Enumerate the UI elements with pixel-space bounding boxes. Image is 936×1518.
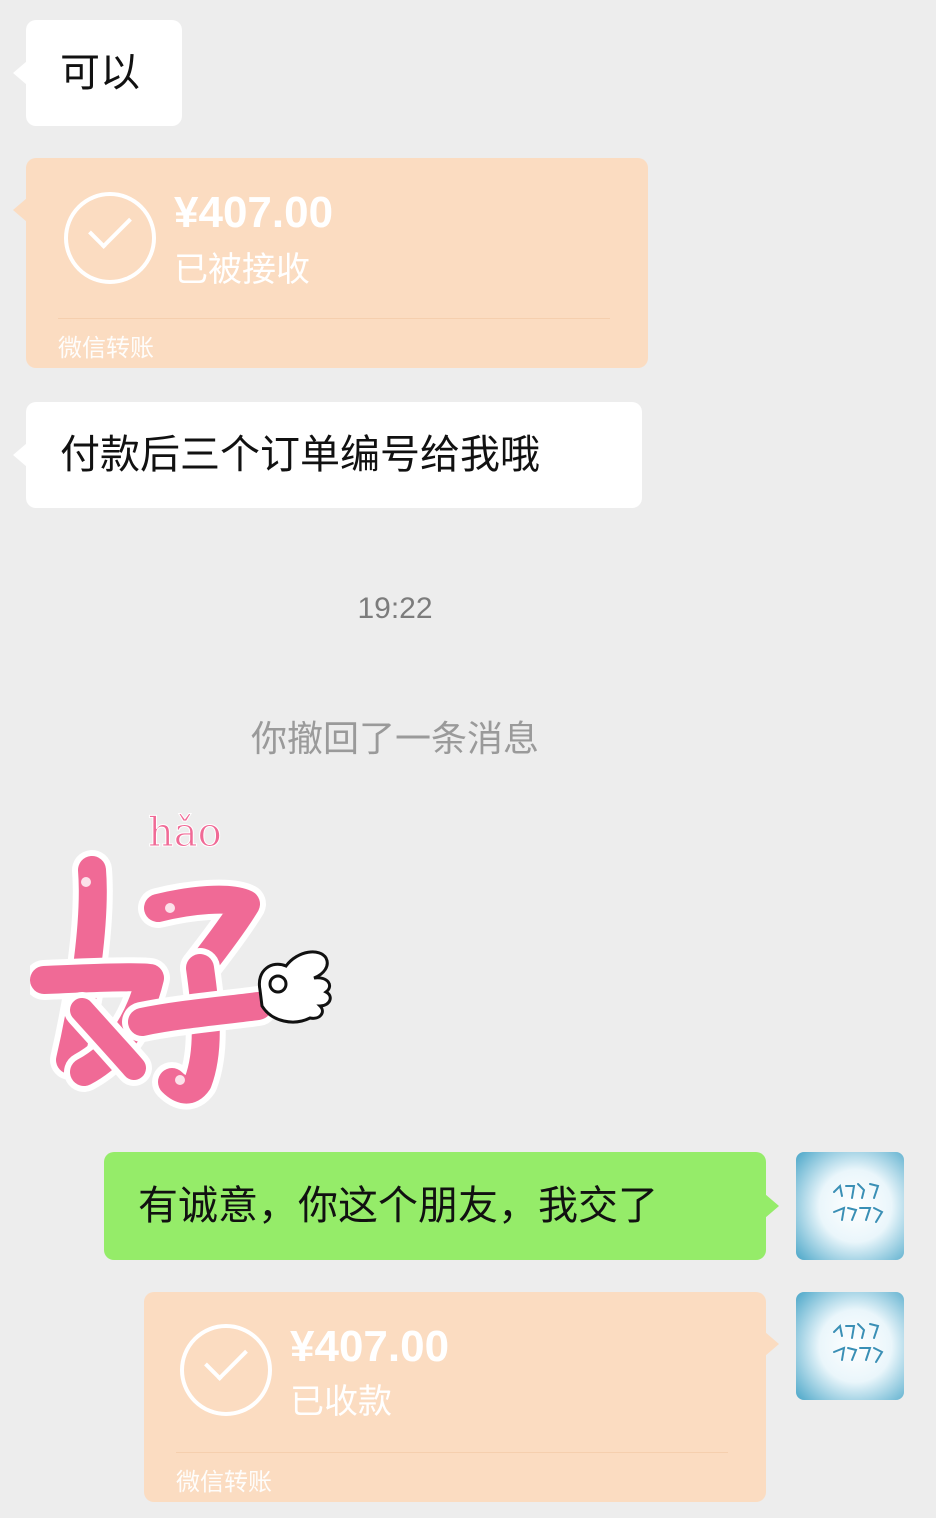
sticker-pinyin: hǎo [148, 810, 222, 856]
message-text: 付款后三个订单编号给我哦 [60, 432, 540, 478]
transfer-brand-label: 微信转账 [176, 1468, 272, 1496]
check-icon [180, 1324, 272, 1416]
outgoing-message-bubble[interactable]: 有诚意，你这个朋友，我交了 [104, 1152, 779, 1260]
message-text: 可以 [60, 50, 140, 96]
divider [176, 1452, 728, 1453]
user-avatar[interactable] [796, 1152, 904, 1260]
transfer-status: 已被接收 [174, 250, 310, 290]
avatar-calligraphy-icon [833, 1323, 884, 1363]
transfer-brand-label: 微信转账 [58, 334, 154, 362]
transfer-status: 已收款 [290, 1382, 392, 1422]
user-avatar[interactable] [796, 1292, 904, 1400]
sticker-character [30, 850, 278, 1110]
incoming-message-bubble[interactable]: 可以 [13, 20, 182, 126]
transfer-amount: ¥407.00 [290, 1322, 450, 1371]
transfer-card-received[interactable]: ¥407.00 已被接收 微信转账 [13, 158, 648, 368]
divider [58, 318, 610, 319]
avatar-calligraphy-icon [833, 1183, 884, 1223]
chat-view: 可以 ¥407.00 已被接收 微信转账 付款后三个订单编号给我哦 19:22 … [0, 0, 936, 1518]
transfer-card-collected[interactable]: ¥407.00 已收款 微信转账 [144, 1292, 779, 1502]
recall-notice: 你撤回了一条消息 [250, 719, 539, 760]
sticker-hao[interactable]: hǎo 好 [30, 800, 350, 1110]
message-text: 有诚意，你这个朋友，我交了 [138, 1183, 658, 1229]
transfer-amount: ¥407.00 [174, 188, 334, 237]
timestamp: 19:22 [357, 592, 433, 625]
ok-hand-icon [257, 950, 332, 1024]
check-icon [64, 192, 156, 284]
incoming-message-bubble[interactable]: 付款后三个订单编号给我哦 [13, 402, 642, 508]
